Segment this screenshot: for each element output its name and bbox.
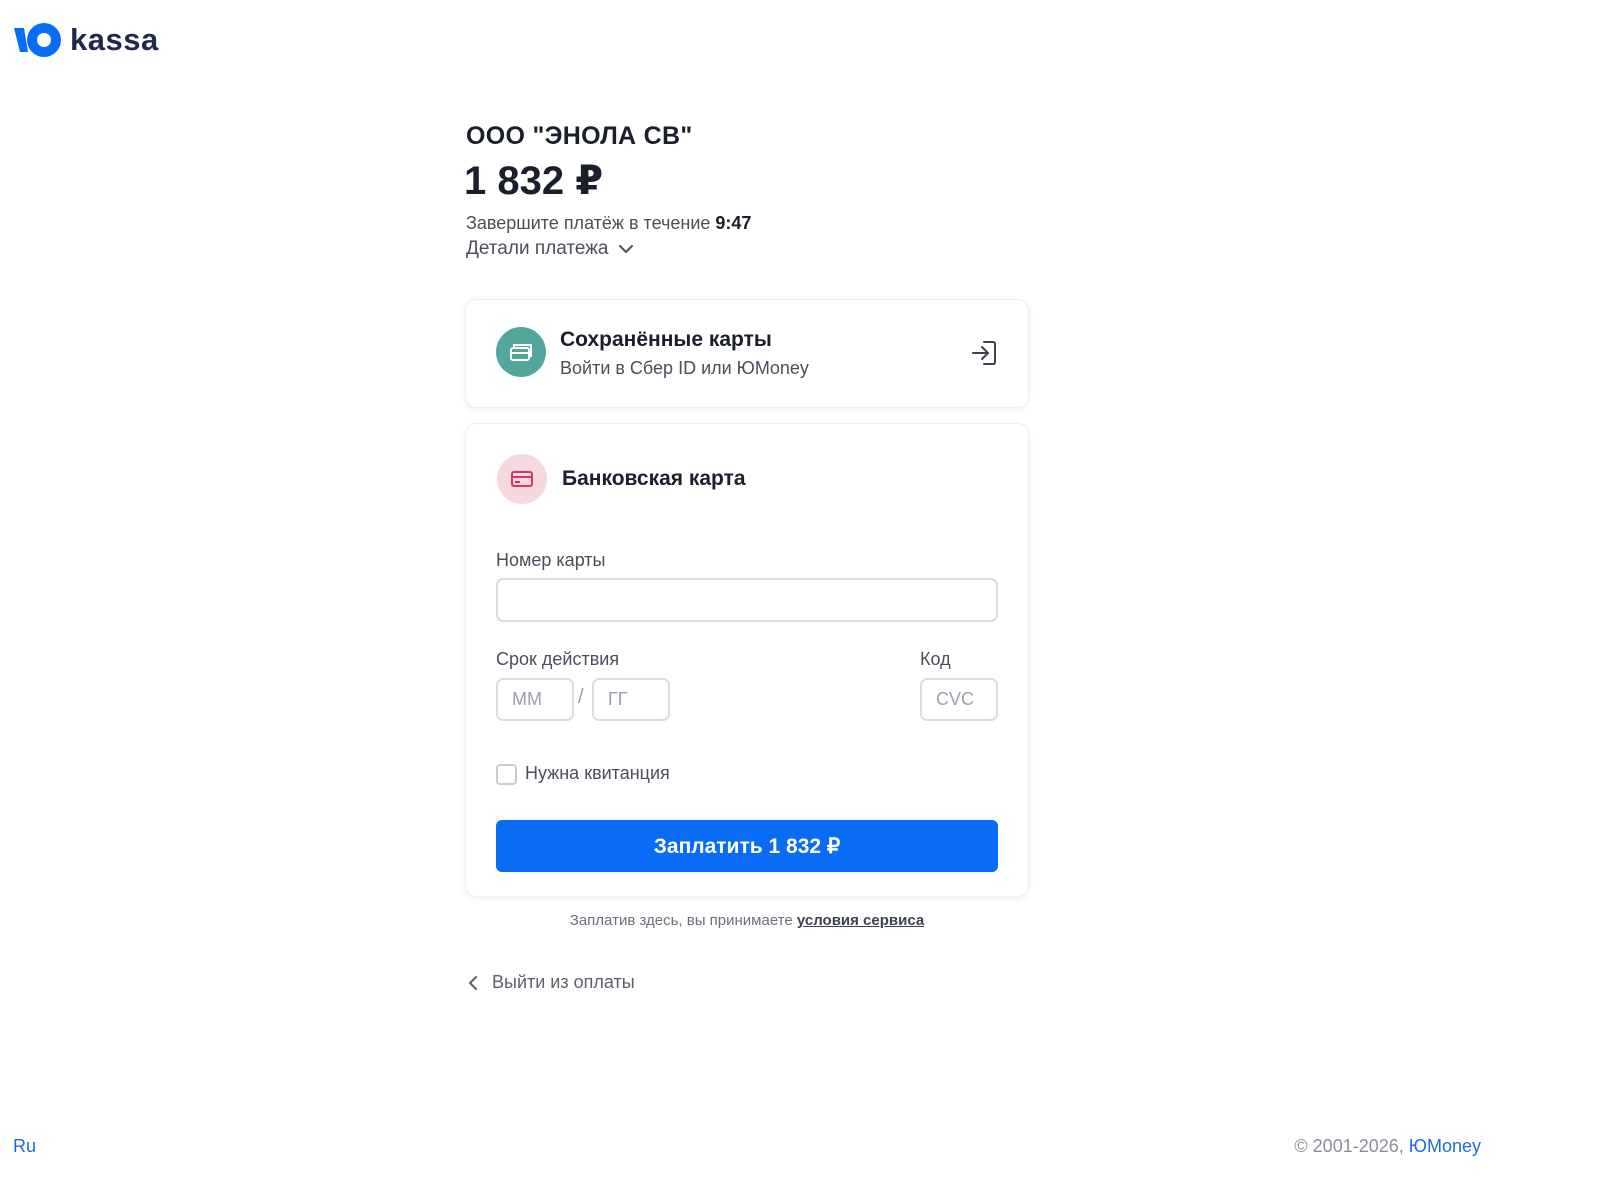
- saved-cards-icon-circle: [496, 327, 546, 377]
- terms-link[interactable]: условия сервиса: [797, 912, 924, 929]
- merchant-name: ООО "ЭНОЛА СВ": [466, 122, 693, 150]
- receipt-checkbox[interactable]: [496, 764, 517, 785]
- terms-notice: Заплатив здесь, вы принимаете условия се…: [466, 912, 1028, 929]
- payment-amount: 1 832 ₽: [464, 159, 604, 203]
- exit-payment-link[interactable]: Выйти из оплаты: [468, 972, 635, 993]
- saved-cards-option[interactable]: Сохранённые карты Войти в Сбер ID или ЮM…: [466, 300, 1028, 407]
- payment-page: kassa ООО "ЭНОЛА СВ" 1 832 ₽ Завершите п…: [0, 0, 1602, 1204]
- exit-label: Выйти из оплаты: [492, 972, 635, 992]
- receipt-label[interactable]: Нужна квитанция: [525, 763, 670, 784]
- expiry-year-input[interactable]: ГГ: [592, 678, 670, 721]
- expiry-label: Срок действия: [496, 649, 620, 669]
- cvc-label: Код: [920, 649, 951, 669]
- logo-text: kassa: [70, 22, 159, 57]
- expiry-separator: /: [578, 686, 584, 708]
- bank-card-title: Банковская карта: [562, 467, 746, 490]
- login-icon[interactable]: [970, 339, 998, 367]
- saved-cards-title: Сохранённые карты: [560, 328, 772, 351]
- saved-cards-subtitle: Войти в Сбер ID или ЮMoney: [560, 358, 809, 378]
- payment-details-toggle[interactable]: Детали платежа: [466, 238, 634, 260]
- card-number-label: Номер карты: [496, 550, 606, 570]
- payment-timer: Завершите платёж в течение 9:47: [466, 213, 751, 234]
- chevron-down-icon: [619, 245, 634, 253]
- timer-prefix: Завершите платёж в течение: [466, 213, 711, 233]
- language-switcher[interactable]: Ru: [13, 1136, 36, 1157]
- company-link[interactable]: ЮMoney: [1409, 1136, 1481, 1156]
- timer-value: 9:47: [715, 213, 752, 233]
- copyright: © 2001-2026, ЮMoney: [1294, 1136, 1481, 1157]
- bank-card-icon-circle: [497, 454, 547, 504]
- yoomoney-logo-icon: [14, 23, 61, 57]
- pay-button[interactable]: Заплатить 1 832 ₽: [496, 820, 998, 872]
- expiry-month-input[interactable]: ММ: [496, 678, 574, 721]
- copyright-text: © 2001-2026,: [1294, 1136, 1404, 1156]
- terms-prefix: Заплатив здесь, вы принимаете: [569, 912, 793, 929]
- yookassa-logo[interactable]: kassa: [12, 22, 159, 58]
- cvc-input[interactable]: CVC: [920, 678, 998, 721]
- credit-card-icon: [511, 471, 533, 487]
- wallet-icon: [510, 344, 532, 361]
- bank-card-form: Банковская карта Номер карты Срок действ…: [466, 424, 1028, 896]
- details-label: Детали платежа: [466, 238, 609, 259]
- chevron-left-icon: [469, 975, 477, 990]
- card-number-input[interactable]: [496, 578, 998, 622]
